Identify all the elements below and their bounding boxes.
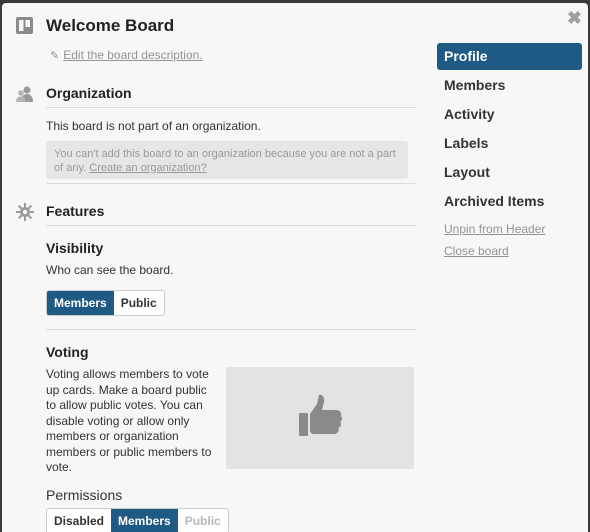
sidebar-item-activity[interactable]: Activity (437, 101, 582, 128)
sidebar-item-labels[interactable]: Labels (437, 130, 582, 157)
visibility-public-button[interactable]: Public (114, 291, 164, 315)
create-organization-link[interactable]: Create an organization? (89, 162, 206, 174)
close-board-link[interactable]: Close board (444, 244, 509, 258)
voting-description: Voting allows members to vote up cards. … (46, 367, 212, 474)
pencil-icon: ✎ (50, 50, 60, 62)
unpin-from-header-link[interactable]: Unpin from Header (444, 222, 545, 236)
board-title: Welcome Board (46, 16, 175, 35)
divider (46, 225, 416, 226)
organization-icon (16, 86, 33, 102)
thumbs-up-icon (299, 394, 343, 436)
visibility-members-button[interactable]: Members (47, 291, 114, 315)
visibility-heading: Visibility (46, 240, 104, 256)
features-heading: Features (46, 203, 105, 219)
voting-members-button[interactable]: Members (111, 509, 178, 532)
divider (46, 183, 416, 184)
board-icon (16, 17, 33, 34)
voting-heading: Voting (46, 344, 89, 360)
edit-description-label: Edit the board description. (63, 48, 203, 62)
gear-icon (16, 203, 34, 221)
voting-public-button[interactable]: Public (178, 509, 228, 532)
divider (46, 329, 416, 330)
sidebar-item-profile[interactable]: Profile (437, 43, 582, 70)
organization-note: You can't add this board to an organizat… (46, 141, 408, 179)
organization-heading: Organization (46, 85, 132, 101)
visibility-description: Who can see the board. (46, 263, 174, 277)
visibility-toggle: Members Public (46, 290, 165, 316)
voting-illustration (226, 367, 414, 469)
close-icon[interactable]: ✖ (567, 9, 582, 27)
sidebar-item-members[interactable]: Members (437, 72, 582, 99)
voting-disabled-button[interactable]: Disabled (47, 509, 111, 532)
sidebar-nav: Profile Members Activity Labels Layout A… (437, 43, 582, 217)
voting-permissions-toggle: Disabled Members Public (46, 508, 229, 532)
edit-description-link[interactable]: ✎ Edit the board description. (50, 48, 203, 62)
permissions-label: Permissions (46, 487, 123, 503)
divider (46, 107, 416, 108)
board-menu-panel: ✖ Welcome Board ✎ Edit the board descript… (2, 3, 588, 532)
sidebar-item-archived-items[interactable]: Archived Items (437, 188, 582, 215)
organization-status: This board is not part of an organizatio… (46, 119, 261, 133)
sidebar-item-layout[interactable]: Layout (437, 159, 582, 186)
